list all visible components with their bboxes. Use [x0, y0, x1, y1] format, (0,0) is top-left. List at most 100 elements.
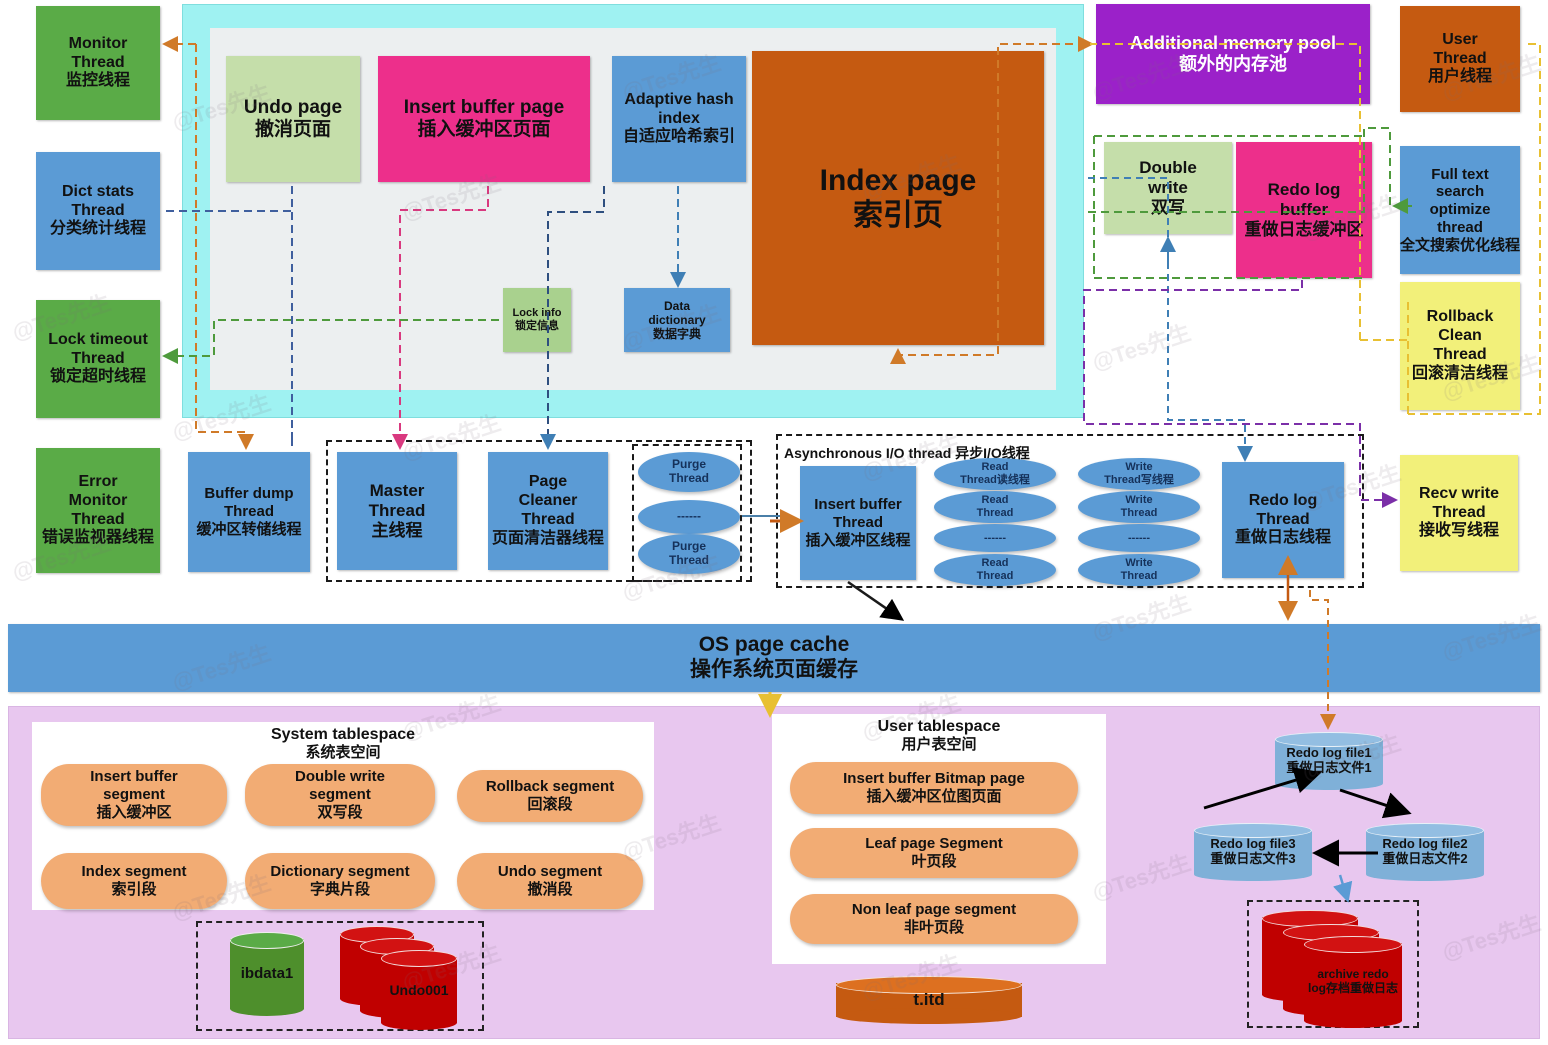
- write-thread-ellipse-3[interactable]: Write Thread: [1078, 554, 1200, 586]
- redo-log-thread-box[interactable]: Redo log Thread 重做日志线程: [1222, 462, 1344, 578]
- write-thread-3-en1: Write: [1125, 557, 1153, 570]
- read-thread-0-en2: Thread读线程: [960, 474, 1030, 486]
- system-segment-double-write[interactable]: Double write segment 双写段: [245, 764, 435, 826]
- archive-redo-top: [1304, 936, 1402, 953]
- ibdata1-cylinder-top: [230, 932, 304, 949]
- archive-redo-cn: log存档重做日志: [1308, 981, 1398, 995]
- lock-timeout-thread-en1: Lock timeout: [48, 330, 148, 348]
- page-cleaner-thread-box[interactable]: Page Cleaner Thread 页面清洁器线程: [488, 452, 608, 570]
- lock-info-en: Lock info: [512, 307, 562, 320]
- buffer-dump-thread-box[interactable]: Buffer dump Thread 缓冲区转储线程: [188, 452, 310, 572]
- rollback-clean-thread-en3: Thread: [1433, 346, 1487, 363]
- undo001-cylinder[interactable]: Undo001: [381, 950, 457, 1030]
- redo-log-file2-cylinder[interactable]: Redo log file2 重做日志文件2: [1366, 823, 1484, 881]
- system-segment-index[interactable]: Index segment 索引段: [41, 853, 227, 909]
- redo-log-file1-en: Redo log file1: [1286, 745, 1372, 761]
- undo001-label: Undo001: [389, 981, 449, 998]
- monitor-thread-en2: Thread: [71, 53, 125, 71]
- insert-buffer-thread-cn: 插入缓冲区线程: [805, 531, 911, 549]
- monitor-thread-box[interactable]: Monitor Thread 监控线程: [36, 6, 160, 120]
- system-segment-insert-buffer[interactable]: Insert buffer segment 插入缓冲区: [41, 764, 227, 826]
- lock-timeout-thread-en2: Thread: [71, 349, 125, 367]
- dict-stats-thread-box[interactable]: Dict stats Thread 分类统计线程: [36, 152, 160, 270]
- additional-memory-pool-en: Additional memory pool: [1129, 32, 1336, 53]
- insert-buffer-thread-box[interactable]: Insert buffer Thread 插入缓冲区线程: [800, 466, 916, 580]
- data-dictionary-box[interactable]: Data dictionary 数据字典: [624, 288, 730, 352]
- system-segment-dictionary[interactable]: Dictionary segment 字典片段: [245, 853, 435, 909]
- double-write-box[interactable]: Double write 双写: [1104, 142, 1232, 234]
- read-thread-ellipsis: ------: [934, 524, 1056, 552]
- write-thread-1-en1: Write: [1125, 494, 1153, 507]
- user-segment-leaf-page[interactable]: Leaf page Segment 叶页段: [790, 828, 1078, 878]
- user-thread-en2: Thread: [1433, 49, 1487, 67]
- redo-log-buffer-cn: 重做日志缓冲区: [1244, 220, 1364, 240]
- error-monitor-thread-box[interactable]: Error Monitor Thread 错误监视器线程: [36, 448, 160, 573]
- user-segment-1-en: Leaf page Segment: [865, 835, 1003, 852]
- monitor-thread-cn: 监控线程: [65, 72, 130, 90]
- redo-log-thread-cn: 重做日志线程: [1234, 529, 1331, 547]
- user-thread-box[interactable]: User Thread 用户线程: [1400, 6, 1520, 112]
- data-dictionary-cn: 数据字典: [652, 327, 701, 342]
- write-thread-3-en2: Thread: [1120, 570, 1158, 582]
- redo-log-file1-cylinder[interactable]: Redo log file1 重做日志文件1: [1275, 732, 1383, 790]
- user-segment-insert-buffer-bitmap[interactable]: Insert buffer Bitmap page 插入缓冲区位图页面: [790, 762, 1078, 814]
- recv-write-thread-en1: Recv write: [1418, 484, 1500, 502]
- full-text-search-optimize-thread-box[interactable]: Full text search optimize thread 全文搜索优化线…: [1400, 146, 1520, 274]
- write-thread-ellipse-1[interactable]: Write Thread: [1078, 491, 1200, 523]
- master-thread-cn: 主线程: [371, 521, 423, 541]
- undo001-cylinder-top: [381, 950, 457, 967]
- read-thread-0-en1: Read: [981, 461, 1009, 474]
- os-page-cache-bar[interactable]: OS page cache 操作系统页面缓存: [8, 624, 1540, 692]
- full-text-thread-en1: Full text: [1431, 165, 1489, 183]
- page-cleaner-thread-en1: Page: [528, 473, 568, 491]
- archive-redo-en: archive redo: [1317, 967, 1389, 982]
- read-thread-ellipse-1[interactable]: Read Thread: [934, 491, 1056, 523]
- system-segment-4-en1: Dictionary segment: [270, 863, 410, 880]
- index-page-box[interactable]: Index page 索引页: [752, 51, 1044, 345]
- user-segment-0-en: Insert buffer Bitmap page: [843, 770, 1025, 787]
- redo-log-file3-cylinder[interactable]: Redo log file3 重做日志文件3: [1194, 823, 1312, 881]
- system-segment-5-en1: Undo segment: [497, 863, 603, 880]
- index-page-en: Index page: [819, 163, 977, 197]
- user-segment-2-cn: 非叶页段: [903, 919, 964, 936]
- adaptive-hash-index-box[interactable]: Adaptive hash index 自适应哈希索引: [612, 56, 746, 182]
- purge-thread-ellipse-2[interactable]: Purge Thread: [638, 534, 740, 574]
- system-segment-undo[interactable]: Undo segment 撤消段: [457, 853, 643, 909]
- system-segment-4-cn: 字典片段: [309, 881, 370, 898]
- system-segment-0-cn: 插入缓冲区: [96, 804, 172, 821]
- rollback-clean-thread-cn: 回滚清洁线程: [1411, 364, 1508, 382]
- recv-write-thread-box[interactable]: Recv write Thread 接收写线程: [1400, 455, 1518, 571]
- redo-log-thread-en1: Redo log: [1248, 491, 1318, 509]
- data-dictionary-en2: dictionary: [648, 312, 706, 327]
- titd-cylinder[interactable]: t.itd: [836, 976, 1022, 1024]
- write-thread-0-en1: Write: [1125, 461, 1153, 474]
- write-thread-ellipse-0[interactable]: Write Thread写线程: [1078, 458, 1200, 490]
- lock-timeout-thread-box[interactable]: Lock timeout Thread 锁定超时线程: [36, 300, 160, 418]
- system-segment-rollback[interactable]: Rollback segment 回滚段: [457, 770, 643, 822]
- adaptive-hash-index-cn: 自适应哈希索引: [622, 128, 735, 146]
- master-thread-box[interactable]: Master Thread 主线程: [337, 452, 457, 570]
- rollback-clean-thread-box[interactable]: Rollback Clean Thread 回滚清洁线程: [1400, 282, 1520, 410]
- double-write-cn: 双写: [1151, 198, 1185, 218]
- additional-memory-pool-box[interactable]: Additional memory pool 额外的内存池: [1096, 4, 1370, 104]
- undo-page-cn: 撤消页面: [254, 119, 331, 140]
- purge-thread-2-en2: Thread: [668, 553, 709, 567]
- system-segment-1-en1: Double write: [294, 768, 385, 785]
- user-segment-non-leaf-page[interactable]: Non leaf page segment 非叶页段: [790, 894, 1078, 944]
- archive-redo-cylinder[interactable]: archive redo log存档重做日志: [1304, 936, 1402, 1028]
- system-tablespace-title-cn: 系统表空间: [305, 744, 381, 761]
- insert-buffer-page-en: Insert buffer page: [403, 96, 565, 118]
- ibdata1-cylinder[interactable]: ibdata1: [230, 932, 304, 1016]
- redo-log-file2-bottom: [1366, 868, 1484, 881]
- read-thread-ellipse-3[interactable]: Read Thread: [934, 554, 1056, 586]
- user-tablespace-title-en: User tablespace: [877, 718, 1001, 735]
- purge-thread-ellipse[interactable]: Purge Thread: [638, 452, 740, 492]
- page-cleaner-thread-cn: 页面清洁器线程: [491, 529, 604, 547]
- undo-page-box[interactable]: Undo page 撤消页面: [226, 56, 360, 182]
- system-segment-5-cn: 撤消段: [527, 881, 573, 898]
- undo-page-en: Undo page: [243, 96, 343, 118]
- read-thread-ellipse-0[interactable]: Read Thread读线程: [934, 458, 1056, 490]
- lock-info-box[interactable]: Lock info 锁定信息: [503, 288, 571, 352]
- redo-log-buffer-box[interactable]: Redo log buffer 重做日志缓冲区: [1236, 142, 1372, 278]
- insert-buffer-page-box[interactable]: Insert buffer page 插入缓冲区页面: [378, 56, 590, 182]
